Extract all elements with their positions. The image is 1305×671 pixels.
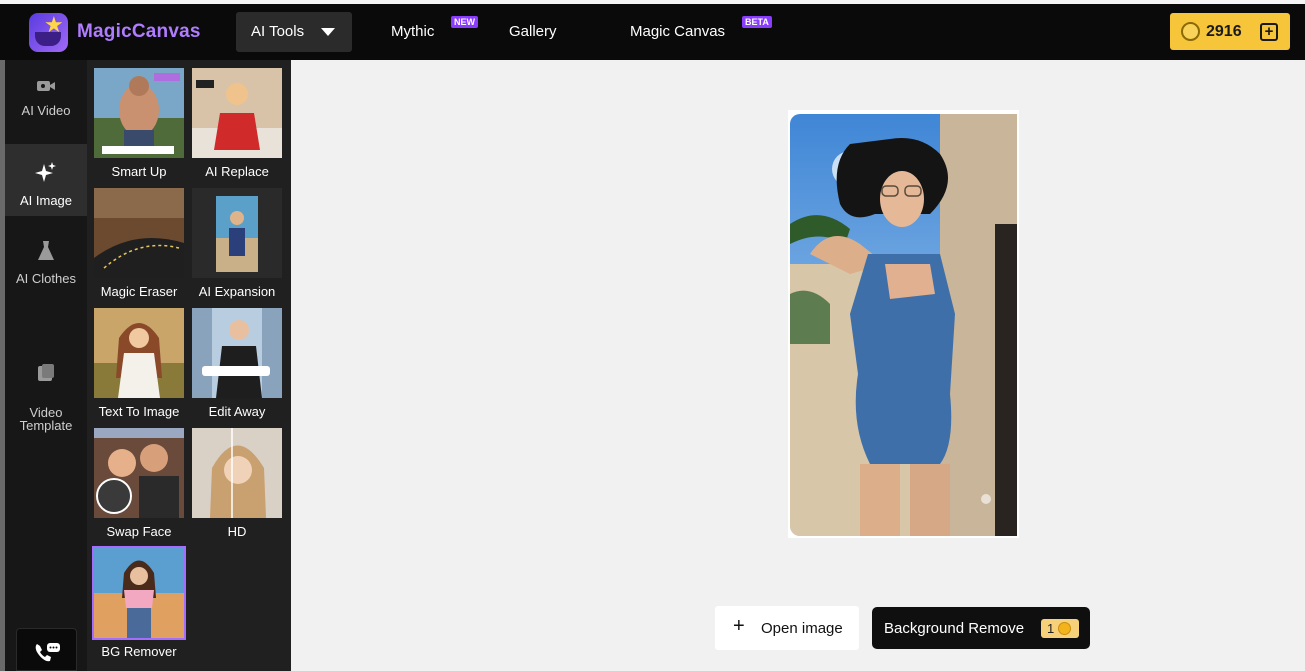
template-icon — [5, 343, 87, 387]
nav-mythic[interactable]: Mythic — [391, 23, 434, 40]
sidebar-item-label: AI Image — [19, 193, 73, 208]
sidebar-item-video-template[interactable]: Video Template — [5, 330, 87, 432]
sidebar-item-ai-video[interactable]: AI Video — [5, 78, 87, 144]
new-badge: NEW — [451, 16, 478, 28]
nav-gallery[interactable]: Gallery — [509, 23, 557, 40]
tool-label: AI Replace — [205, 164, 269, 179]
sidebar-item-label: Video Template — [19, 405, 73, 433]
beta-badge: BETA — [742, 16, 772, 28]
tool-swap-face[interactable]: Swap Face — [93, 428, 185, 539]
coin-icon — [1058, 622, 1071, 635]
sidebar-item-label: AI Clothes — [16, 271, 76, 286]
tool-label: HD — [227, 524, 247, 539]
uploaded-photo[interactable] — [790, 114, 1017, 536]
thumbnail-bg-remover — [92, 546, 186, 640]
sidebar: AI Video AI Image AI Clothes Video Templ… — [5, 60, 87, 671]
tool-label: Magic Eraser — [100, 284, 178, 299]
tool-text-to-image[interactable]: Text To Image — [93, 308, 185, 419]
thumbnail-edit-away — [192, 308, 282, 398]
thumbnail-ai-replace — [192, 68, 282, 158]
cost-badge: 1 — [1041, 619, 1079, 638]
thumbnail-ai-expansion — [192, 188, 282, 278]
ai-tools-label: AI Tools — [251, 23, 305, 40]
tool-ai-expansion[interactable]: AI Expansion — [191, 188, 283, 299]
tool-label: BG Remover — [101, 644, 177, 659]
tool-bg-remover[interactable]: BG Remover — [92, 546, 186, 659]
ai-tools-dropdown[interactable]: AI Tools — [236, 12, 352, 52]
logo-icon[interactable]: ★ — [29, 13, 68, 52]
coin-icon — [1181, 22, 1200, 41]
support-chat-button[interactable] — [16, 628, 77, 671]
thumbnail-magic-eraser — [94, 188, 184, 278]
plus-icon: + — [733, 615, 745, 637]
background-remove-label: Background Remove — [884, 620, 1025, 637]
tool-magic-eraser[interactable]: Magic Eraser — [93, 188, 185, 299]
credits-count: 2916 — [1206, 23, 1242, 40]
brand-name[interactable]: MagicCanvas — [77, 21, 201, 43]
phone-chat-icon — [33, 641, 61, 670]
tool-hd[interactable]: HD — [191, 428, 283, 539]
tool-label: Swap Face — [106, 524, 172, 539]
thumbnail-smart-up — [94, 68, 184, 158]
plus-icon[interactable]: + — [1260, 23, 1278, 41]
tool-label: Text To Image — [98, 404, 180, 419]
tool-label: AI Expansion — [198, 284, 276, 299]
tool-label: Edit Away — [208, 404, 266, 419]
video-camera-icon — [5, 78, 87, 98]
nav-magic-canvas[interactable]: Magic Canvas — [630, 23, 725, 40]
dress-icon — [5, 240, 87, 266]
credits-button[interactable]: 2916 + — [1170, 13, 1290, 50]
thumbnail-swap-face — [94, 428, 184, 518]
thumbnail-hd — [192, 428, 282, 518]
tool-ai-replace[interactable]: AI Replace — [191, 68, 283, 179]
tool-label: Smart Up — [111, 164, 167, 179]
thumbnail-text-to-image — [94, 308, 184, 398]
open-image-button[interactable]: + Open image — [715, 606, 859, 650]
sparkle-icon — [5, 162, 87, 188]
sidebar-item-ai-clothes[interactable]: AI Clothes — [5, 240, 87, 306]
cost-value: 1 — [1047, 621, 1055, 636]
tool-smart-up[interactable]: Smart Up — [93, 68, 185, 179]
background-remove-button[interactable]: Background Remove 1 — [872, 607, 1090, 649]
chevron-down-icon — [321, 28, 335, 36]
sidebar-item-ai-image[interactable]: AI Image — [5, 144, 87, 216]
top-bar: ★ MagicCanvas AI Tools Mythic NEW Galler… — [0, 4, 1305, 60]
tool-edit-away[interactable]: Edit Away — [191, 308, 283, 419]
open-image-label: Open image — [761, 620, 843, 637]
tools-panel: Smart Up AI Replace Magic Eraser AI Expa… — [87, 60, 291, 671]
sidebar-item-label: AI Video — [21, 103, 71, 118]
